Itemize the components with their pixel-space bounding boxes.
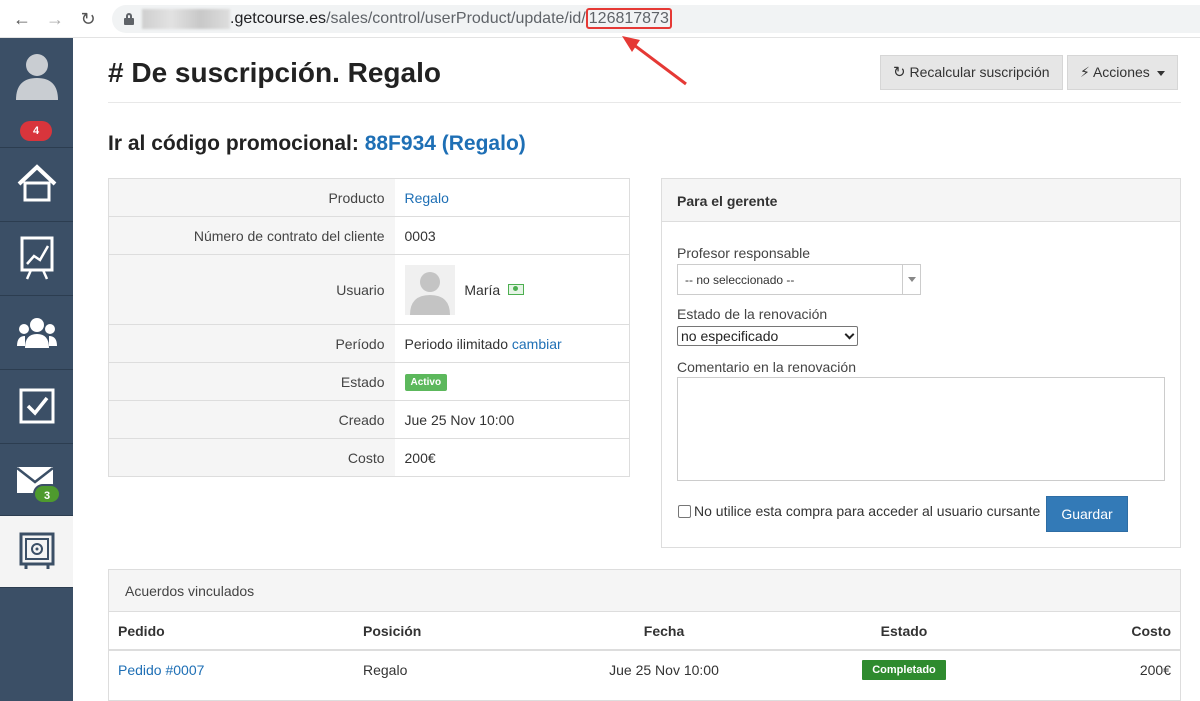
row-label: Usuario: [108, 254, 395, 325]
sidebar-item-tasks[interactable]: [0, 370, 73, 444]
actions-dropdown-button[interactable]: ⚡︎ Acciones: [1067, 55, 1178, 90]
manager-panel: Para el gerente Profesor responsable -- …: [661, 178, 1181, 548]
safe-icon: [19, 532, 54, 569]
comment-textarea[interactable]: [677, 377, 1165, 481]
panel-title: Para el gerente: [662, 179, 1180, 222]
table-row: Estado Activo: [108, 362, 630, 401]
comment-label: Comentario en la renovación: [677, 359, 856, 375]
teacher-label: Profesor responsable: [677, 245, 811, 261]
table-row: Período Periodo ilimitado cambiar: [108, 324, 630, 363]
cost-cell: 200€: [1139, 661, 1171, 678]
row-label: Producto: [108, 178, 395, 217]
column-header: Estado: [774, 612, 1034, 651]
table-row: Creado Jue 25 Nov 10:00: [108, 400, 630, 439]
teacher-select[interactable]: -- no seleccionado --: [677, 264, 921, 295]
period-value: Periodo ilimitado: [404, 335, 509, 352]
row-label: Creado: [108, 400, 395, 439]
row-label: Estado: [108, 362, 395, 401]
forward-arrow-icon[interactable]: →: [45, 9, 65, 29]
row-label: Número de contrato del cliente: [108, 216, 395, 255]
table-header-row: Pedido Posición Fecha Estado Costo: [109, 612, 1180, 651]
promo-prefix: Ir al código promocional:: [108, 132, 359, 155]
user-silhouette-icon: [409, 271, 450, 315]
sidebar-item-stats[interactable]: [0, 222, 73, 296]
sidebar-item-home[interactable]: [0, 148, 73, 222]
status-badge: Completado: [862, 659, 946, 680]
renewal-select-value: no especificado: [681, 328, 779, 344]
sidebar: 4 3: [0, 38, 73, 701]
renewal-label: Estado de la renovación: [677, 306, 828, 322]
column-header: Costo: [1034, 612, 1180, 651]
column-header: Fecha: [554, 612, 774, 651]
sidebar-item-users[interactable]: [0, 296, 73, 370]
reload-icon[interactable]: ↻: [78, 9, 98, 29]
subscription-info-table: Producto Regalo Número de contrato del c…: [108, 178, 630, 477]
chevron-down-icon: [902, 265, 920, 294]
refresh-icon: ↻: [893, 64, 906, 81]
actions-label: Acciones: [1092, 64, 1150, 80]
save-button[interactable]: Guardar: [1046, 496, 1128, 532]
teacher-select-value: -- no seleccionado --: [685, 273, 795, 287]
table-row: Pedido #0007 Regalo Jue 25 Nov 10:00 Com…: [109, 650, 1180, 688]
column-header: Posición: [354, 612, 554, 651]
cost-value: 200€: [394, 438, 630, 477]
title-divider: [108, 102, 1181, 103]
checkbox-task-icon: [19, 388, 54, 424]
blurred-domain: [142, 9, 230, 29]
promo-heading: Ir al código promocional: 88F934 (Regalo…: [108, 132, 526, 156]
no-access-checkbox[interactable]: [678, 505, 691, 518]
users-group-icon: [16, 318, 57, 348]
order-link[interactable]: Pedido #0007: [118, 662, 204, 678]
status-badge: Activo: [404, 374, 448, 391]
table-row: Costo 200€: [108, 438, 630, 477]
sidebar-item-sales[interactable]: [0, 516, 73, 588]
agreements-table: Pedido Posición Fecha Estado Costo Pedid…: [109, 612, 1180, 688]
promo-code-link[interactable]: 88F934 (Regalo): [365, 132, 526, 155]
back-arrow-icon[interactable]: ←: [12, 9, 32, 29]
notifications-badge[interactable]: 4: [20, 121, 52, 141]
messages-badge[interactable]: 3: [33, 484, 61, 504]
contract-number: 0003: [394, 216, 630, 255]
row-label: Período: [108, 324, 395, 363]
home-icon: [17, 164, 56, 202]
date-cell: Jue 25 Nov 10:00: [609, 661, 719, 678]
row-label: Costo: [108, 438, 395, 477]
page-title: # De suscripción. Regalo: [108, 57, 441, 88]
bolt-icon: ⚡︎: [1080, 64, 1090, 80]
annotation-arrow-icon: [622, 36, 687, 86]
url-text: .getcourse.es/sales/control/userProduct/…: [230, 8, 672, 29]
table-row: Usuario María: [108, 254, 630, 325]
renewal-select[interactable]: no especificado: [677, 326, 858, 346]
created-date: Jue 25 Nov 10:00: [394, 400, 630, 439]
lock-icon: [124, 13, 134, 25]
change-period-link[interactable]: cambiar: [512, 336, 562, 352]
agreements-title: Acuerdos vinculados: [109, 570, 1180, 612]
no-access-label[interactable]: No utilice esta compra para acceder al u…: [694, 503, 1040, 519]
avatar[interactable]: [404, 264, 455, 315]
chevron-down-icon: [844, 329, 855, 340]
user-avatar-icon: [15, 54, 58, 100]
caret-down-icon: [1156, 70, 1165, 76]
recalculate-label: Recalcular suscripción: [909, 64, 1050, 80]
recalculate-button[interactable]: ↻ Recalcular suscripción: [880, 55, 1063, 90]
sidebar-item-messages[interactable]: [0, 444, 73, 516]
column-header: Pedido: [109, 612, 354, 651]
table-row: Número de contrato del cliente 0003: [108, 216, 630, 255]
money-icon: [508, 284, 525, 295]
product-link[interactable]: Regalo: [405, 190, 449, 206]
url-host: .getcourse.es: [230, 10, 327, 27]
table-row: Producto Regalo: [108, 178, 630, 217]
chart-board-icon: [20, 236, 53, 280]
linked-agreements-panel: Acuerdos vinculados Pedido Posición Fech…: [108, 569, 1181, 701]
browser-toolbar: ← → ↻ .getcourse.es/sales/control/userPr…: [0, 0, 1200, 86]
url-id-highlight: 126817873: [585, 8, 672, 29]
user-name[interactable]: María: [464, 282, 500, 298]
url-path: /sales/control/userProduct/update/id/: [326, 10, 586, 27]
position-cell: Regalo: [363, 661, 408, 678]
